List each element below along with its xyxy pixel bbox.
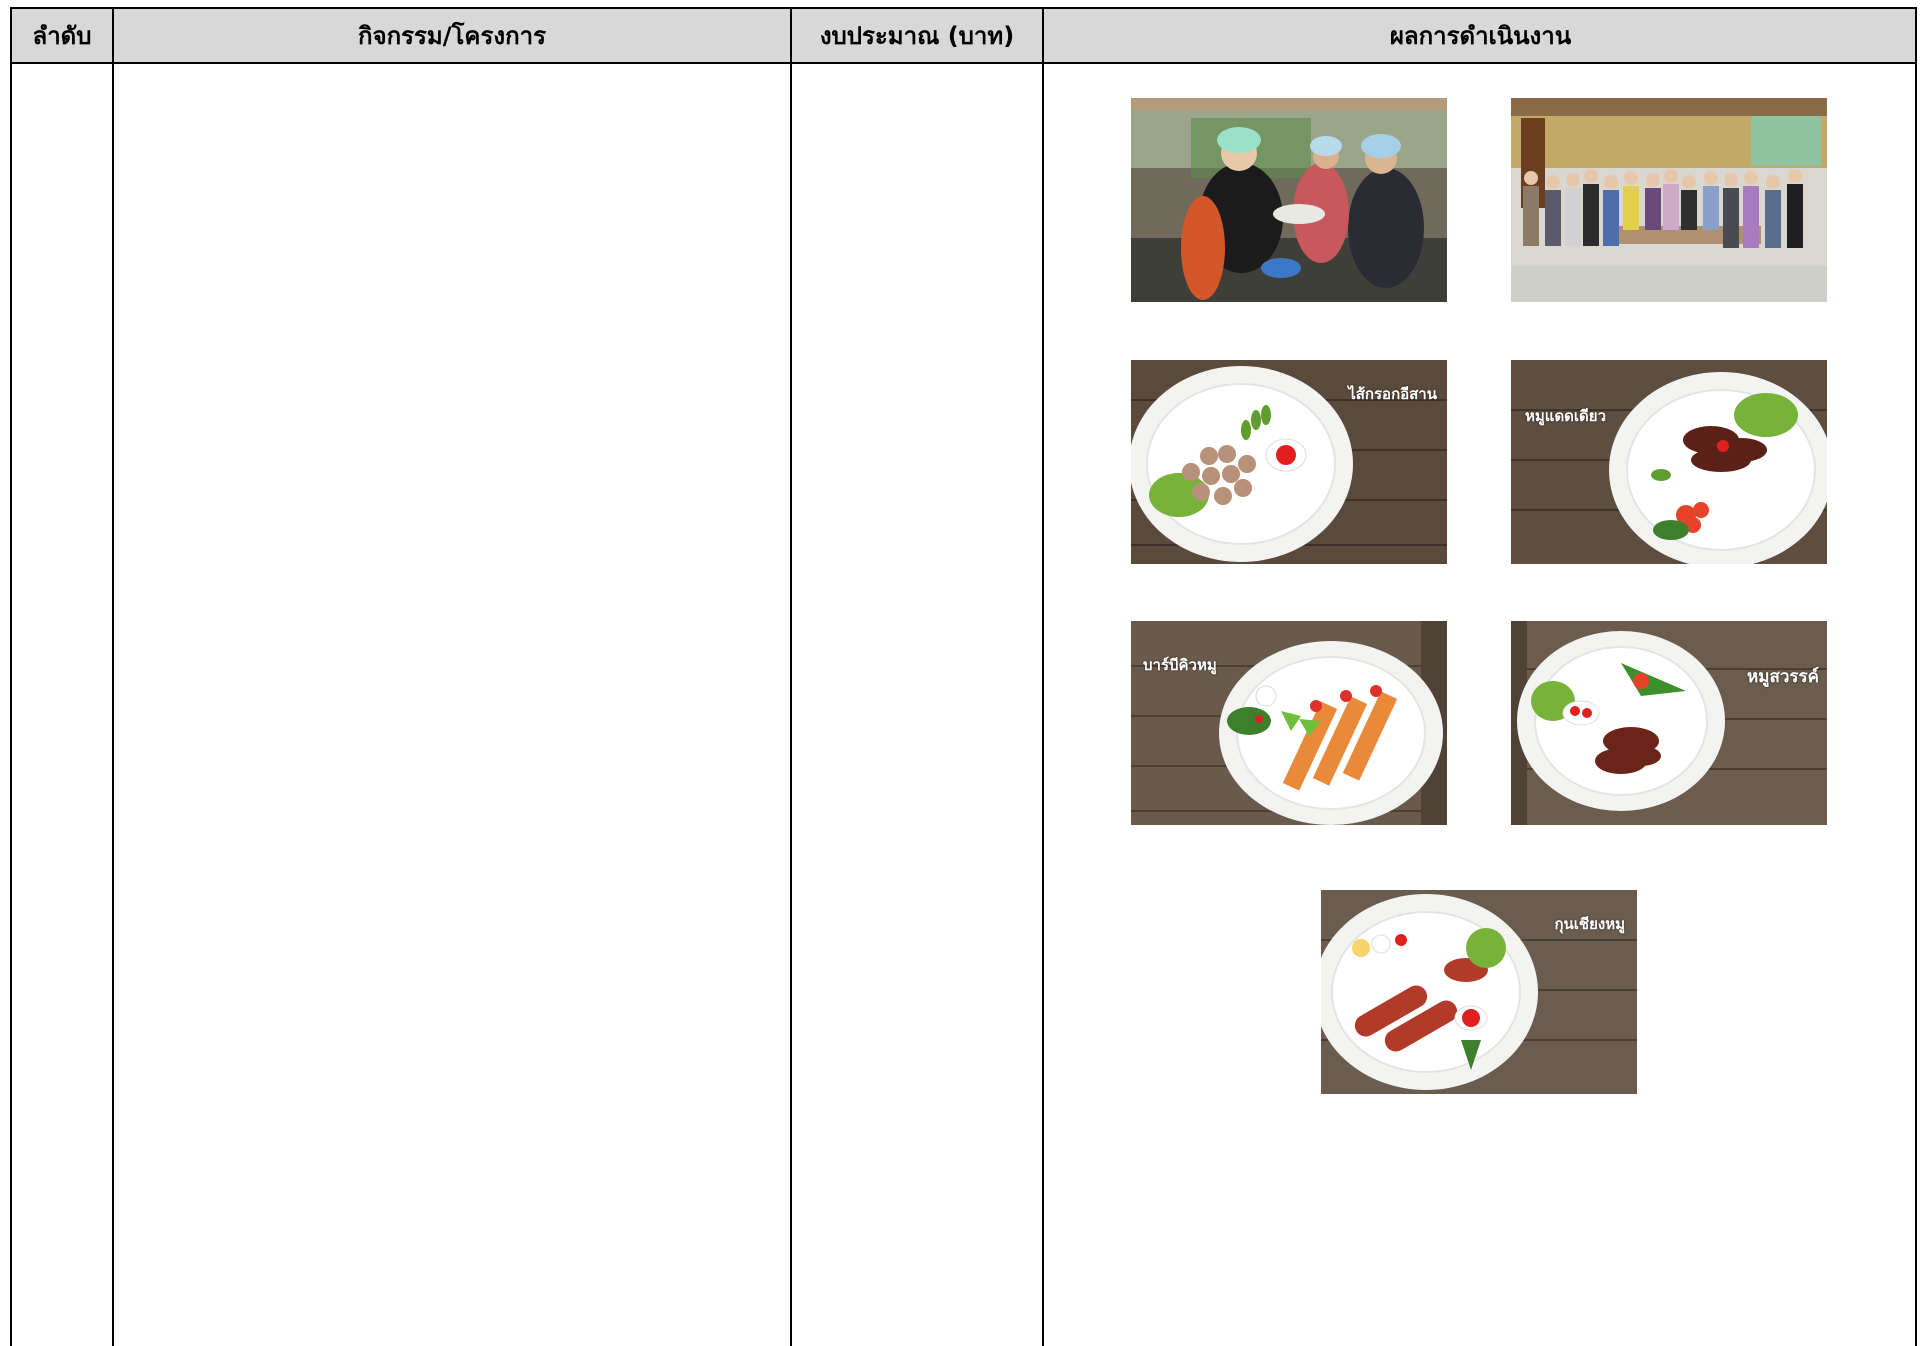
dish-caption: กุนเชียงหมู: [1554, 915, 1625, 933]
budget-cell: [792, 64, 1042, 1346]
header-budget: งบประมาณ (บาท): [819, 22, 1015, 50]
sweet-pork-photo: หมูสวรรค์: [1511, 621, 1827, 825]
workshop-photo: [1131, 98, 1447, 302]
dish-caption: บาร์บีคิวหมู: [1143, 656, 1217, 674]
header-activity: กิจกรรม/โครงการ: [358, 22, 546, 50]
header-order: ลำดับ: [32, 22, 92, 50]
activity-cell: [114, 64, 790, 1346]
isan-sausage-photo: ไส้กรอกอีสาน: [1131, 360, 1447, 564]
sun-dried-pork-photo: หมูแดดเดียว: [1511, 360, 1827, 564]
order-cell: [12, 64, 112, 1346]
header-result: ผลการดำเนินงาน: [1389, 22, 1572, 50]
bbq-pork-photo: บาร์บีคิวหมู: [1131, 621, 1447, 825]
dish-caption: หมูแดดเดียว: [1525, 407, 1607, 425]
group-photo: [1511, 98, 1827, 302]
dish-caption: ไส้กรอกอีสาน: [1348, 385, 1437, 403]
table-header-row: ลำดับ กิจกรรม/โครงการ งบประมาณ (บาท) ผลก…: [12, 9, 1917, 64]
chinese-sausage-photo: กุนเชียงหมู: [1321, 890, 1637, 1094]
dish-caption: หมูสวรรค์: [1747, 667, 1819, 687]
